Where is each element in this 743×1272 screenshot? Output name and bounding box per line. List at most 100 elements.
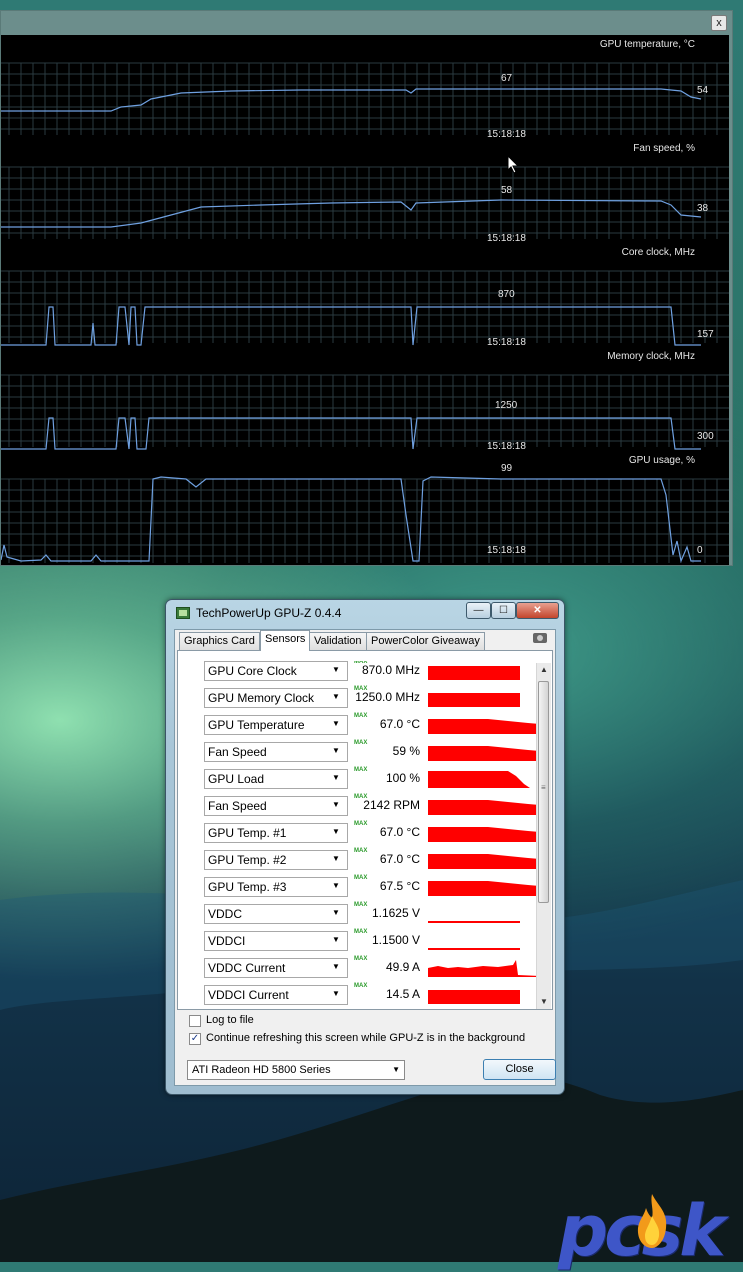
graph-max-fan-speed: 58 — [501, 185, 513, 196]
sensor-value: 67.5 °C — [379, 879, 420, 893]
graph-time-gpu-usage: 15:18:18 — [487, 545, 526, 556]
chevron-down-icon[interactable]: ▼ — [332, 665, 342, 675]
graph-max-gpu-usage: 99 — [501, 463, 513, 474]
sensor-graph-fill — [428, 693, 520, 707]
sensor-name-dropdown[interactable]: GPU Memory Clock — [204, 688, 348, 708]
continue-refresh-checkbox[interactable]: ✓ — [189, 1033, 201, 1045]
window-close-button[interactable]: ✕ — [516, 602, 559, 619]
sensor-graph — [428, 719, 540, 734]
sensor-row: VDDCI ▼ MAX 1.1500 V — [188, 929, 548, 955]
chevron-down-icon[interactable]: ▼ — [332, 854, 342, 864]
sensor-name-dropdown[interactable]: VDDC Current — [204, 958, 348, 978]
sensor-graph-fill — [428, 666, 520, 680]
chevron-down-icon[interactable]: ▼ — [332, 827, 342, 837]
scroll-down-arrow-icon[interactable]: ▼ — [537, 995, 551, 1009]
graph-max-core-clock: 870 — [498, 289, 515, 300]
monitor-close-button[interactable]: x — [711, 15, 727, 31]
sensor-graph — [428, 881, 540, 896]
sensor-row: Fan Speed ▼ MAX 59 % — [188, 740, 548, 766]
graph-grid — [1, 478, 729, 563]
graph-max-memory-clock: 1250 — [495, 400, 518, 411]
sensor-graph — [428, 854, 540, 869]
maximize-button[interactable]: ☐ — [491, 602, 516, 619]
gpuz-window-title: TechPowerUp GPU-Z 0.4.4 — [196, 606, 342, 620]
sensor-name-dropdown[interactable]: GPU Temp. #1 — [204, 823, 348, 843]
graph-grid — [1, 62, 729, 135]
sensor-graph-fill — [428, 827, 540, 842]
sensor-value: 2142 RPM — [363, 798, 420, 812]
chevron-down-icon[interactable]: ▼ — [332, 935, 342, 945]
sensor-graph-fill — [428, 881, 540, 896]
sensor-graph — [428, 771, 530, 788]
sensor-graph — [428, 960, 540, 977]
sensor-value: 870.0 MHz — [361, 663, 420, 677]
camera-icon[interactable] — [533, 633, 547, 643]
sensor-list-scrollbar[interactable]: ▲ ≡ ▼ — [536, 663, 551, 1009]
tab-validation[interactable]: Validation — [309, 632, 367, 650]
tab-powercolor-giveaway[interactable]: PowerColor Giveaway — [366, 632, 485, 650]
chevron-down-icon[interactable]: ▼ — [332, 746, 342, 756]
sensor-name-dropdown[interactable]: VDDC — [204, 904, 348, 924]
chevron-down-icon[interactable]: ▼ — [332, 692, 342, 702]
graph-trace-line — [1, 417, 701, 450]
gpuz-app-icon — [176, 607, 190, 619]
sensor-name-dropdown[interactable]: VDDCI — [204, 931, 348, 951]
graph-title-fan-speed: Fan speed, % — [633, 143, 695, 154]
sensor-row: GPU Temperature ▼ MAX 67.0 °C — [188, 713, 548, 739]
sensor-graph-fill — [428, 719, 540, 734]
mouse-cursor-icon — [507, 155, 520, 174]
graph-current-core-clock: 157 — [697, 329, 714, 340]
sensor-name-dropdown[interactable]: Fan Speed — [204, 796, 348, 816]
scrollbar-grip-icon: ≡ — [541, 783, 546, 792]
gpuz-titlebar[interactable]: TechPowerUp GPU-Z 0.4.4 — ☐ ✕ — [166, 600, 564, 624]
sensor-value: 67.0 °C — [379, 825, 420, 839]
minimize-button[interactable]: — — [466, 602, 491, 619]
graph-max-gpu-temperature: 67 — [501, 73, 513, 84]
sensor-graph-fill — [428, 960, 540, 977]
sensor-graph — [428, 827, 540, 842]
scroll-up-arrow-icon[interactable]: ▲ — [537, 663, 551, 677]
sensor-name-dropdown[interactable]: GPU Temp. #2 — [204, 850, 348, 870]
log-to-file-checkbox[interactable] — [189, 1015, 201, 1027]
sensor-row: GPU Temp. #2 ▼ MAX 67.0 °C — [188, 848, 548, 874]
sensor-name-dropdown[interactable]: GPU Core Clock — [204, 661, 348, 681]
gpuz-window: TechPowerUp GPU-Z 0.4.4 — ☐ ✕ Graphics C… — [165, 599, 565, 1095]
sensor-list: GPU Core Clock ▼ MAX 870.0 MHz GPU Memory Cl… — [188, 661, 556, 1009]
chevron-down-icon[interactable]: ▼ — [332, 800, 342, 810]
scrollbar-thumb[interactable]: ≡ — [538, 681, 549, 903]
chevron-down-icon[interactable]: ▼ — [332, 773, 342, 783]
graph-title-core-clock: Core clock, MHz — [621, 247, 695, 258]
chevron-down-icon[interactable]: ▼ — [332, 962, 342, 972]
sensor-graph-fill — [428, 921, 520, 923]
tab-graphics-card[interactable]: Graphics Card — [179, 632, 260, 650]
sensor-value: 1.1625 V — [371, 906, 420, 920]
graph-title-memory-clock: Memory clock, MHz — [607, 351, 695, 362]
graph-trace-line — [1, 88, 702, 112]
sensor-value: 100 % — [385, 771, 420, 785]
flame-logo-icon — [637, 1194, 667, 1248]
close-button[interactable]: Close — [483, 1059, 556, 1080]
sensor-row: VDDC Current ▼ MAX 49.9 A — [188, 956, 548, 982]
sensor-name-dropdown[interactable]: GPU Load — [204, 769, 348, 789]
chevron-down-icon[interactable]: ▼ — [332, 989, 342, 999]
chevron-down-icon[interactable]: ▼ — [332, 719, 342, 729]
monitor-graphs-svg — [1, 62, 729, 564]
chevron-down-icon[interactable]: ▼ — [332, 881, 342, 891]
graphics-card-select[interactable]: ATI Radeon HD 5800 Series ▼ — [187, 1060, 405, 1080]
sensor-name-dropdown[interactable]: GPU Temperature — [204, 715, 348, 735]
monitor-graph-area: GPU temperature, °C 67 54 15:18:18 Fan s… — [1, 35, 729, 565]
sensor-graph — [428, 921, 520, 923]
sensor-graph-fill — [428, 771, 530, 788]
sensor-name-dropdown[interactable]: GPU Temp. #3 — [204, 877, 348, 897]
sensor-name-dropdown[interactable]: Fan Speed — [204, 742, 348, 762]
tab-sensors[interactable]: Sensors — [260, 630, 311, 651]
sensor-graph — [428, 746, 540, 761]
sensor-value: 49.9 A — [385, 960, 420, 974]
sensors-panel: GPU Core Clock ▼ MAX 870.0 MHz GPU Memory Cl… — [177, 650, 553, 1010]
chevron-down-icon[interactable]: ▼ — [332, 908, 342, 918]
graphics-card-select-value: ATI Radeon HD 5800 Series — [192, 1064, 331, 1076]
continue-refresh-label: Continue refreshing this screen while GP… — [206, 1032, 526, 1044]
sensor-graph-fill — [428, 854, 540, 869]
sensor-graph-fill — [428, 948, 520, 950]
sensor-name-dropdown[interactable]: VDDCI Current — [204, 985, 348, 1005]
